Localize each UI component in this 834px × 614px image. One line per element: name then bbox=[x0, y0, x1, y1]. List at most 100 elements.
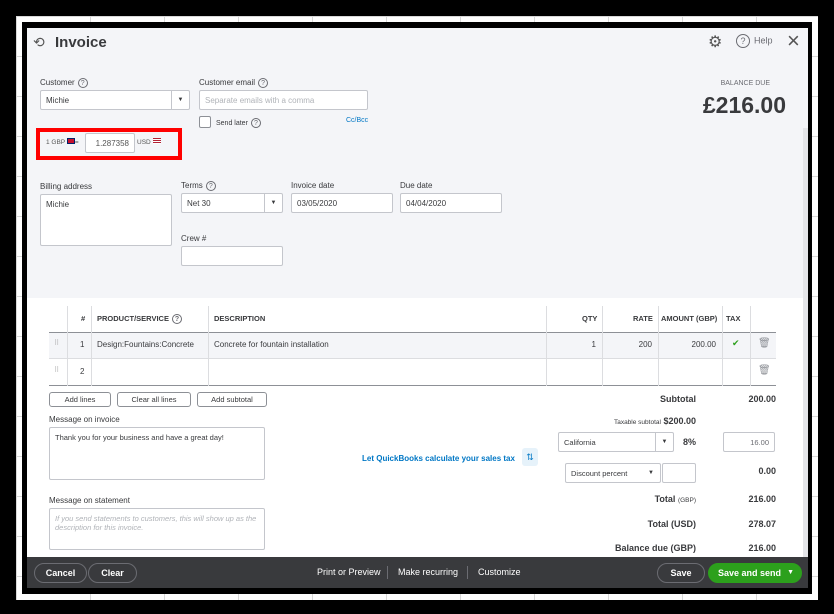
col-header-tax: TAX bbox=[726, 314, 741, 323]
customer-select[interactable]: Michie ▼ bbox=[40, 90, 190, 110]
col-header-product: PRODUCT/SERVICE? bbox=[97, 306, 182, 332]
help-icon[interactable]: ? bbox=[77, 78, 88, 88]
divider bbox=[387, 566, 388, 579]
taxable-subtotal-label: Taxable subtotal bbox=[613, 419, 661, 426]
chevron-down-icon: ▼ bbox=[648, 470, 654, 476]
from-currency: 1 GBP bbox=[46, 139, 66, 146]
drag-handle-icon[interactable]: ⠿ bbox=[54, 339, 59, 347]
row-amount[interactable]: 200.00 bbox=[692, 340, 716, 349]
message-invoice-value: Thank you for your business and have a g… bbox=[55, 433, 224, 442]
invoice-date-value: 03/05/2020 bbox=[297, 198, 338, 208]
customize-link[interactable]: Customize bbox=[478, 557, 521, 588]
col-header-num: # bbox=[81, 314, 86, 323]
row-num: 1 bbox=[80, 340, 85, 349]
gear-icon[interactable]: ⚙ bbox=[708, 32, 722, 52]
chevron-down-icon[interactable]: ▼ bbox=[787, 564, 794, 582]
close-icon[interactable]: × bbox=[787, 28, 800, 54]
total-label-text: Total bbox=[654, 494, 676, 504]
email-placeholder: Separate emails with a comma bbox=[205, 95, 315, 105]
col-header-product-text: PRODUCT/SERVICE bbox=[97, 314, 169, 323]
help-icon: ? bbox=[736, 34, 750, 48]
total-gbp-label: Total (GBP) bbox=[655, 494, 696, 504]
col-header-qty: QTY bbox=[582, 314, 598, 323]
clear-all-lines-button[interactable]: Clear all lines bbox=[117, 392, 191, 407]
row-rate[interactable]: 200 bbox=[639, 340, 652, 349]
save-button[interactable]: Save bbox=[657, 563, 705, 583]
crew-input[interactable] bbox=[181, 246, 283, 266]
discount-type-select[interactable]: Discount percent ▼ bbox=[565, 463, 661, 483]
page-title: Invoice bbox=[55, 34, 107, 51]
help-icon[interactable]: ? bbox=[171, 314, 182, 325]
recent-transactions-icon[interactable]: ⟲ bbox=[33, 34, 45, 51]
billing-address-value: Michie bbox=[46, 200, 70, 209]
total-gbp-value: 216.00 bbox=[748, 494, 776, 504]
exchange-rate-input[interactable]: 1.287358 bbox=[85, 133, 135, 153]
trash-icon[interactable]: 🗑 bbox=[758, 365, 771, 376]
due-date-label: Due date bbox=[400, 181, 433, 190]
customer-email-input[interactable]: Separate emails with a comma bbox=[199, 90, 368, 110]
discount-amount: 0.00 bbox=[758, 466, 776, 476]
help-icon[interactable]: ? bbox=[250, 118, 261, 128]
cc-bcc-link[interactable]: Cc/Bcc bbox=[346, 117, 368, 124]
send-later-checkbox[interactable] bbox=[199, 116, 211, 128]
terms-select[interactable]: Net 30 ▼ bbox=[181, 193, 283, 213]
help-icon[interactable]: ? bbox=[258, 78, 269, 88]
row-qty[interactable]: 1 bbox=[592, 340, 596, 349]
invoice-date-label: Invoice date bbox=[291, 181, 335, 190]
billing-address-label: Billing address bbox=[40, 182, 93, 191]
exchange-from: 1 GBP = bbox=[46, 138, 79, 146]
crew-label: Crew # bbox=[181, 234, 207, 243]
tax-amount-input[interactable]: 16.00 bbox=[723, 432, 775, 452]
tax-region-select[interactable]: California ▼ bbox=[558, 432, 674, 452]
discount-value-input[interactable] bbox=[662, 463, 696, 483]
subtotal-value: 200.00 bbox=[748, 394, 776, 404]
cancel-button[interactable]: Cancel bbox=[34, 563, 87, 583]
message-statement-input[interactable]: If you send statements to customers, thi… bbox=[49, 508, 265, 550]
footer-bar: Cancel Clear Print or Preview Make recur… bbox=[27, 557, 808, 588]
message-statement-label: Message on statement bbox=[49, 496, 130, 505]
terms-label: Terms? bbox=[181, 181, 216, 191]
save-and-send-button[interactable]: Save and send ▼ bbox=[708, 563, 802, 583]
terms-value: Net 30 bbox=[187, 198, 211, 208]
make-recurring-link[interactable]: Make recurring bbox=[398, 557, 458, 588]
chevron-down-icon: ▼ bbox=[171, 91, 189, 109]
col-header-rate: RATE bbox=[633, 314, 653, 323]
table-row[interactable] bbox=[49, 360, 776, 386]
row-description[interactable]: Concrete for fountain installation bbox=[214, 340, 329, 349]
invoice-date-input[interactable]: 03/05/2020 bbox=[291, 193, 393, 213]
tax-amount-value: 16.00 bbox=[750, 437, 769, 447]
row-num: 2 bbox=[80, 367, 85, 376]
total-usd-label: Total (USD) bbox=[647, 519, 696, 529]
message-invoice-input[interactable]: Thank you for your business and have a g… bbox=[49, 427, 265, 480]
send-later-label: Send later? bbox=[216, 118, 261, 128]
chevron-down-icon: ▼ bbox=[264, 194, 282, 212]
help-icon[interactable]: ? bbox=[205, 181, 216, 191]
trash-icon[interactable]: 🗑 bbox=[758, 338, 771, 349]
help-button[interactable]: ? Help bbox=[736, 34, 773, 48]
print-preview-link[interactable]: Print or Preview bbox=[317, 557, 381, 588]
drag-handle-icon[interactable]: ⠿ bbox=[54, 366, 59, 374]
send-later-text: Send later bbox=[216, 119, 248, 127]
message-invoice-label: Message on invoice bbox=[49, 415, 120, 424]
clear-button[interactable]: Clear bbox=[88, 563, 137, 583]
scrollbar[interactable] bbox=[803, 128, 808, 558]
add-subtotal-button[interactable]: Add subtotal bbox=[197, 392, 267, 407]
sort-arrows-icon[interactable]: ⇅ bbox=[522, 448, 538, 466]
tax-region-value: California bbox=[564, 437, 596, 447]
divider bbox=[467, 566, 468, 579]
billing-address-input[interactable]: Michie bbox=[40, 194, 172, 246]
balance-due-amount: £216.00 bbox=[702, 92, 786, 118]
add-lines-button[interactable]: Add lines bbox=[49, 392, 111, 407]
taxable-subtotal: Taxable subtotal $200.00 bbox=[614, 416, 696, 426]
row-tax-check-icon[interactable]: ✔ bbox=[732, 338, 740, 349]
invoice-window: ⟲ Invoice ⚙ ? Help × BALANCE DUE £216.00 … bbox=[27, 28, 808, 588]
to-currency: USD bbox=[137, 139, 151, 146]
row-product[interactable]: Design:Fountains:Concrete bbox=[97, 340, 194, 349]
total-usd-value: 278.07 bbox=[748, 519, 776, 529]
exchange-rate-value: 1.287358 bbox=[95, 138, 129, 148]
col-header-amount: AMOUNT (GBP) bbox=[661, 314, 718, 323]
taxable-subtotal-value: $200.00 bbox=[663, 416, 696, 426]
sales-tax-link[interactable]: Let QuickBooks calculate your sales tax bbox=[362, 454, 515, 463]
total-currency: (GBP) bbox=[677, 497, 696, 504]
due-date-input[interactable]: 04/04/2020 bbox=[400, 193, 502, 213]
